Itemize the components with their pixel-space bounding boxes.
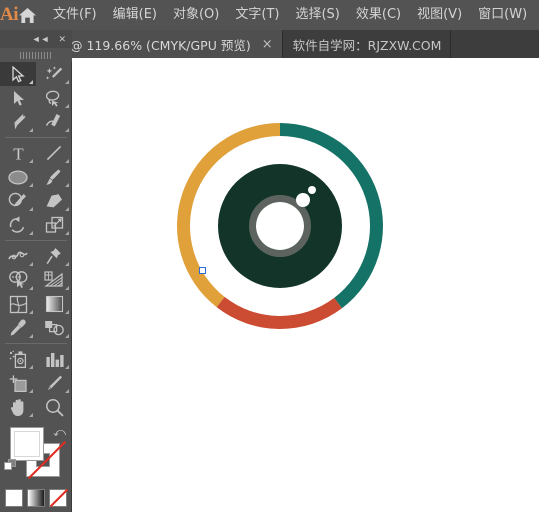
type-tool[interactable]: T xyxy=(0,141,36,165)
menu-object[interactable]: 对象(O) xyxy=(165,0,227,30)
highlight-dot-large xyxy=(296,193,310,207)
grip-lines-icon xyxy=(20,51,52,59)
document-tab-bar: @ 119.66% (CMYK/GPU 预览) × 软件自学网：RJZXW.CO… xyxy=(0,30,539,58)
menu-window[interactable]: 窗口(W) xyxy=(470,0,535,30)
default-fill-box xyxy=(4,462,12,470)
lasso-tool[interactable] xyxy=(36,86,72,110)
scale-tool[interactable] xyxy=(36,213,72,237)
home-icon[interactable] xyxy=(18,0,37,30)
menu-edit[interactable]: 编辑(E) xyxy=(105,0,165,30)
none-mode-button[interactable] xyxy=(49,489,67,507)
gradient-tool[interactable] xyxy=(36,292,72,316)
menu-file[interactable]: 文件(F) xyxy=(45,0,105,30)
perspective-grid-tool[interactable] xyxy=(36,268,72,292)
paint-mode-row xyxy=(0,489,72,511)
slice-tool[interactable] xyxy=(36,371,72,395)
eraser-tool[interactable] xyxy=(36,189,72,213)
tool-divider-2 xyxy=(4,240,67,241)
shaper-pencil-tool[interactable] xyxy=(0,189,36,213)
puppet-warp-tool[interactable] xyxy=(36,244,72,268)
zoom-tool[interactable] xyxy=(36,395,72,419)
menu-bar: Ai 文件(F) 编辑(E) 对象(O) 文字(T) 选择(S) 效果(C) 视… xyxy=(0,0,539,30)
pen-tool[interactable] xyxy=(0,110,36,134)
app-logo-icon: Ai xyxy=(0,4,19,25)
magic-wand-tool[interactable] xyxy=(36,62,72,86)
direct-selection-tool[interactable] xyxy=(0,86,36,110)
blend-tool[interactable] xyxy=(36,316,72,340)
donut-chart-artwork[interactable] xyxy=(72,58,539,512)
width-tool[interactable] xyxy=(0,244,36,268)
color-mode-button[interactable] xyxy=(5,489,23,507)
symbol-sprayer-tool[interactable] xyxy=(0,347,36,371)
svg-text:T: T xyxy=(13,145,24,162)
menu-select[interactable]: 选择(S) xyxy=(287,0,347,30)
curvature-tool[interactable] xyxy=(36,110,72,134)
mesh-tool[interactable] xyxy=(0,292,36,316)
menu-type[interactable]: 文字(T) xyxy=(227,0,287,30)
pie-segment-red[interactable] xyxy=(216,296,342,329)
fill-stroke-controls: ⤺ xyxy=(0,423,72,485)
line-segment-tool[interactable] xyxy=(36,141,72,165)
shape-builder-tool[interactable] xyxy=(0,268,36,292)
hand-tool[interactable] xyxy=(0,395,36,419)
highlight-dot-small xyxy=(308,186,316,194)
default-fill-stroke-icon[interactable] xyxy=(4,459,17,472)
menu-item-list: 文件(F) 编辑(E) 对象(O) 文字(T) 选择(S) 效果(C) 视图(V… xyxy=(45,0,539,30)
close-icon[interactable]: ✕ xyxy=(58,34,66,44)
tool-divider-3 xyxy=(4,343,67,344)
tool-grid-3 xyxy=(0,244,72,340)
eyedropper-tool[interactable] xyxy=(0,316,36,340)
swap-fill-stroke-icon[interactable]: ⤺ xyxy=(53,425,66,440)
fill-swatch[interactable] xyxy=(10,427,44,461)
tool-grid xyxy=(0,62,72,134)
selection-anchor-point[interactable] xyxy=(199,267,206,274)
gradient-mode-button[interactable] xyxy=(27,489,45,507)
panel-drag-grip[interactable] xyxy=(0,48,72,62)
menu-effect[interactable]: 效果(C) xyxy=(348,0,409,30)
artboard-canvas[interactable] xyxy=(72,58,539,512)
collapse-icon[interactable]: ◄◄ xyxy=(32,34,50,44)
tool-grid-2: T xyxy=(0,141,72,237)
ellipse-tool[interactable] xyxy=(0,165,36,189)
illustrator-window: Ai 文件(F) 编辑(E) 对象(O) 文字(T) 选择(S) 效果(C) 视… xyxy=(0,0,539,512)
tool-grid-4 xyxy=(0,347,72,419)
menu-view[interactable]: 视图(V) xyxy=(409,0,470,30)
paintbrush-tool[interactable] xyxy=(36,165,72,189)
tool-divider xyxy=(4,137,67,138)
close-icon[interactable]: × xyxy=(262,38,273,51)
tools-panel: ◄◄ ✕ T ⤺ xyxy=(0,30,72,512)
center-hole xyxy=(256,202,304,250)
document-tab-label: 软件自学网：RJZXW.COM xyxy=(292,37,442,53)
document-tab-watermark[interactable]: 软件自学网：RJZXW.COM xyxy=(282,30,452,58)
artboard-tool[interactable] xyxy=(0,371,36,395)
tools-panel-header: ◄◄ ✕ xyxy=(0,30,72,48)
column-graph-tool[interactable] xyxy=(36,347,72,371)
document-tab-label: @ 119.66% (CMYK/GPU 预览) xyxy=(70,37,251,53)
document-tab-active[interactable]: @ 119.66% (CMYK/GPU 预览) × xyxy=(60,30,283,58)
rotate-tool[interactable] xyxy=(0,213,36,237)
menu-help[interactable]: 帮 xyxy=(535,0,539,30)
selection-tool[interactable] xyxy=(0,62,36,86)
